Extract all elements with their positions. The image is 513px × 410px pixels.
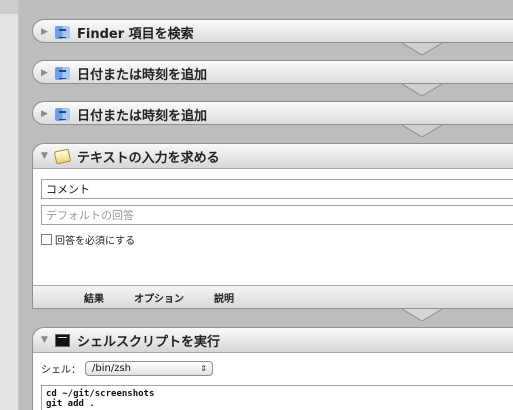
action-ask-for-text[interactable]: ▼ テキストの入力を求める 回答を必須にする 結果 オプション 説明	[32, 143, 513, 309]
shell-label: シェル：	[41, 365, 81, 376]
action-title: 日付または時刻を追加	[77, 67, 208, 83]
action-header[interactable]: ▶ 日付または時刻を追加	[33, 102, 513, 126]
popup-arrows-icon: ⇕	[200, 363, 207, 373]
note-icon	[53, 148, 72, 164]
action-add-date-time-2[interactable]: ▶ 日付または時刻を追加	[32, 101, 513, 125]
disclosure-triangle-icon[interactable]: ▼	[41, 151, 55, 161]
disclosure-triangle-icon[interactable]: ▼	[41, 335, 55, 345]
action-title: シェルスクリプトを実行	[77, 334, 221, 350]
action-add-date-time-1[interactable]: ▶ 日付または時刻を追加	[32, 60, 513, 84]
action-footer: 結果 オプション 説明	[33, 285, 513, 308]
action-header[interactable]: ▼ シェルスクリプトを実行	[33, 328, 513, 353]
action-connector	[402, 43, 442, 55]
library-selected-row[interactable]	[0, 0, 18, 14]
action-header[interactable]: ▼ テキストの入力を求める	[33, 144, 513, 169]
action-title: テキストの入力を求める	[77, 150, 220, 166]
action-connector	[402, 125, 442, 137]
require-answer-checkbox[interactable]	[41, 234, 52, 245]
shell-row: シェル： /bin/zsh ⇕	[41, 361, 213, 376]
action-title: Finder 項目を検索	[77, 26, 194, 42]
disclosure-triangle-icon[interactable]: ▶	[41, 68, 55, 78]
finder-icon	[55, 25, 70, 39]
workflow-area: ▶ Finder 項目を検索 ▶ 日付または時刻を追加 ▶ 日付または時刻を追加…	[19, 0, 513, 410]
action-run-shell-script[interactable]: ▼ シェルスクリプトを実行 シェル： /bin/zsh ⇕ cd ~/git/s…	[32, 327, 513, 410]
action-header[interactable]: ▶ 日付または時刻を追加	[33, 61, 513, 85]
finder-icon	[55, 66, 70, 80]
shell-popup-value: /bin/zsh	[92, 363, 131, 374]
action-header[interactable]: ▶ Finder 項目を検索	[33, 20, 513, 44]
require-answer-label: 回答を必須にする	[55, 236, 136, 247]
action-connector	[402, 84, 442, 96]
script-editor[interactable]: cd ~/git/screenshots git add .	[41, 385, 513, 410]
tab-results[interactable]: 結果	[84, 290, 104, 305]
finder-icon	[55, 107, 70, 121]
library-pane	[0, 0, 18, 410]
action-connector	[402, 309, 442, 321]
terminal-icon	[55, 333, 70, 347]
disclosure-triangle-icon[interactable]: ▶	[41, 109, 55, 119]
action-title: 日付または時刻を追加	[77, 108, 208, 124]
tab-options[interactable]: オプション	[134, 290, 184, 305]
shell-popup[interactable]: /bin/zsh ⇕	[85, 361, 213, 376]
default-answer-field[interactable]	[41, 205, 513, 225]
disclosure-triangle-icon[interactable]: ▶	[41, 27, 55, 37]
require-answer-option[interactable]: 回答を必須にする	[41, 232, 135, 247]
action-find-finder-items[interactable]: ▶ Finder 項目を検索	[32, 19, 513, 43]
comment-field[interactable]	[41, 179, 513, 199]
tab-description[interactable]: 説明	[214, 290, 234, 305]
